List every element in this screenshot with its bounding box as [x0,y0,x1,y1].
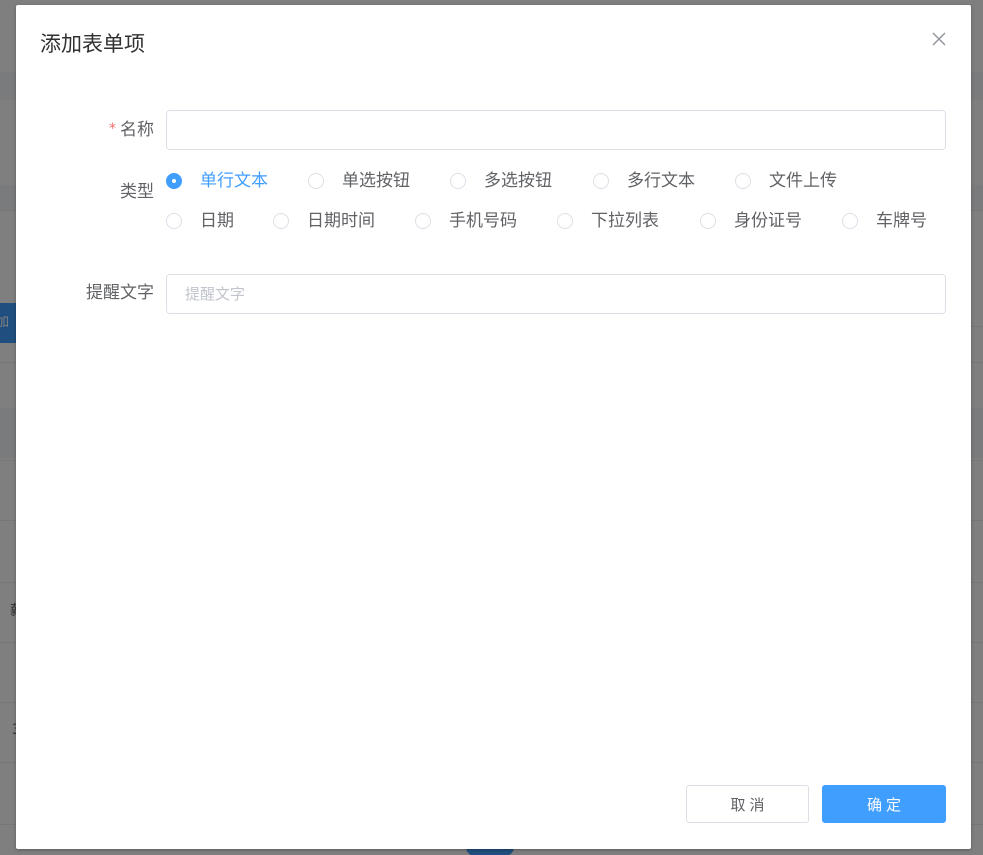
radio-label: 日期时间 [307,211,375,231]
radio-label: 下拉列表 [591,211,659,231]
radio-label: 单行文本 [200,171,268,191]
radio-file-upload[interactable]: 文件上传 [735,169,837,193]
radio-label: 车牌号 [876,211,927,231]
radio-unchecked-icon [273,213,289,229]
radio-unchecked-icon [700,213,716,229]
radio-row: 单行文本 单选按钮 多选按钮 多行文本 文件上传 [166,169,956,209]
radio-multi-choice[interactable]: 多选按钮 [450,169,552,193]
radio-unchecked-icon [308,173,324,189]
name-field-label: * 名称 [16,117,154,142]
radio-unchecked-icon [593,173,609,189]
radio-row: 日期 日期时间 手机号码 下拉列表 身份证号 车牌号 [166,209,956,249]
radio-single-choice[interactable]: 单选按钮 [308,169,410,193]
type-radio-group: 单行文本 单选按钮 多选按钮 多行文本 文件上传 日期 日期时间 手机号码 下拉… [166,169,956,249]
radio-unchecked-icon [415,213,431,229]
name-label-text: 名称 [120,120,154,140]
radio-label: 日期 [200,211,234,231]
radio-label: 单选按钮 [342,171,410,191]
confirm-button[interactable]: 确定 [822,785,946,823]
radio-label: 多行文本 [627,171,695,191]
radio-id-number[interactable]: 身份证号 [700,209,802,233]
cancel-button[interactable]: 取消 [686,785,809,823]
type-field-label: 类型 [120,182,154,202]
radio-unchecked-icon [557,213,573,229]
required-mark: * [109,121,116,137]
close-icon[interactable] [931,31,947,47]
radio-dropdown-list[interactable]: 下拉列表 [557,209,659,233]
hint-field-label: 提醒文字 [86,283,154,303]
radio-unchecked-icon [735,173,751,189]
name-input-wrapper [166,110,946,150]
hint-input[interactable] [167,275,943,313]
radio-datetime[interactable]: 日期时间 [273,209,375,233]
hint-input-wrapper [166,274,946,314]
add-form-item-dialog: 添加表单项 * 名称 类型 单行文本 单选按钮 多选按钮 多行文本 文件上传 日… [16,5,971,849]
radio-date[interactable]: 日期 [166,209,234,233]
radio-single-line-text[interactable]: 单行文本 [166,169,268,193]
radio-multi-line-text[interactable]: 多行文本 [593,169,695,193]
radio-label: 身份证号 [734,211,802,231]
radio-label: 文件上传 [769,171,837,191]
radio-label: 手机号码 [449,211,517,231]
radio-license-plate[interactable]: 车牌号 [842,209,927,233]
radio-unchecked-icon [166,213,182,229]
radio-label: 多选按钮 [484,171,552,191]
radio-unchecked-icon [842,213,858,229]
name-input[interactable] [167,111,943,149]
radio-unchecked-icon [450,173,466,189]
dialog-title: 添加表单项 [40,32,145,56]
radio-checked-icon [166,173,182,189]
radio-phone-number[interactable]: 手机号码 [415,209,517,233]
